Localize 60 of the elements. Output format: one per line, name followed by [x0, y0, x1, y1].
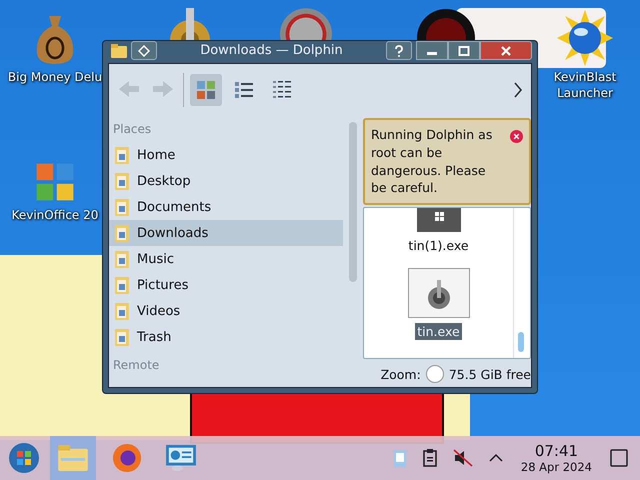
maximize-icon	[458, 44, 470, 56]
folder-icon	[114, 327, 130, 347]
remote-header: Remote	[112, 357, 160, 374]
zoom-slider-handle[interactable]	[426, 365, 444, 383]
pin-button[interactable]	[131, 41, 157, 60]
notes-icon[interactable]	[422, 449, 437, 467]
diamond-icon	[138, 44, 150, 56]
places-item[interactable]: Documents	[109, 194, 343, 220]
icons-view-button[interactable]	[190, 74, 222, 106]
clock-date[interactable]: 28 Apr 2024	[520, 460, 592, 474]
zoom-label: Zoom:	[380, 366, 421, 382]
places-item[interactable]: Music	[109, 246, 343, 272]
folder-icon	[114, 275, 130, 295]
folder-icon	[114, 171, 130, 191]
places-item[interactable]: Desktop	[109, 168, 343, 194]
places-item[interactable]: Downloads	[109, 220, 343, 246]
minimize-button[interactable]	[416, 41, 448, 60]
start-orb-icon[interactable]	[8, 442, 40, 474]
desktop-icon-label[interactable]: Big Money Delu	[8, 70, 102, 86]
file-thumbnail[interactable]	[416, 208, 460, 232]
chevron-right-icon	[513, 82, 523, 98]
help-button[interactable]	[386, 41, 412, 60]
gear-icon[interactable]	[408, 268, 470, 318]
clock-time[interactable]: 07:41	[534, 442, 578, 460]
desktop-icon-label[interactable]: KevinBlast Launcher	[537, 70, 633, 102]
scrollbar[interactable]	[349, 122, 357, 282]
window-title: Downloads — Dolphin	[199, 43, 344, 58]
close-button[interactable]	[480, 41, 532, 60]
places-item[interactable]: Home	[109, 142, 343, 168]
monitor-icon	[165, 444, 197, 472]
folder-icon	[114, 249, 130, 269]
folder-icon	[111, 44, 127, 58]
scrollbar-thumb[interactable]	[518, 332, 524, 352]
warning-text: Running Dolphin as root can be dangerous. Please be careful.	[371, 126, 494, 197]
muted-speaker-icon[interactable]	[452, 449, 473, 467]
icon-grid-icon	[196, 80, 216, 100]
places-header: Places	[112, 121, 152, 138]
clipboard-icon[interactable]	[392, 448, 407, 468]
maximize-button[interactable]	[448, 41, 480, 60]
file-name[interactable]: tin(1).exe	[406, 237, 471, 254]
places-item[interactable]: Trash	[109, 324, 343, 350]
places-item[interactable]: Pictures	[109, 272, 343, 298]
list-icon	[234, 80, 254, 100]
file-name[interactable]: tin.exe	[415, 323, 462, 340]
globe-icon[interactable]	[557, 10, 613, 66]
folder-icon	[58, 445, 88, 471]
chevron-up-icon[interactable]	[488, 453, 503, 463]
minimize-icon	[427, 52, 437, 55]
show-desktop-icon[interactable]	[610, 449, 628, 467]
close-icon[interactable]	[510, 130, 523, 143]
help-icon	[394, 44, 404, 56]
free-space-text: 75.5 GiB free	[448, 366, 531, 382]
close-icon	[500, 44, 512, 56]
desktop-icon-label[interactable]: KevinOffice 20	[12, 208, 98, 224]
details-list-icon	[272, 80, 292, 100]
folder-icon	[114, 145, 130, 165]
folder-icon	[114, 197, 130, 217]
places-item[interactable]: Videos	[109, 298, 343, 324]
folder-icon	[114, 223, 130, 243]
folder-icon	[114, 301, 130, 321]
